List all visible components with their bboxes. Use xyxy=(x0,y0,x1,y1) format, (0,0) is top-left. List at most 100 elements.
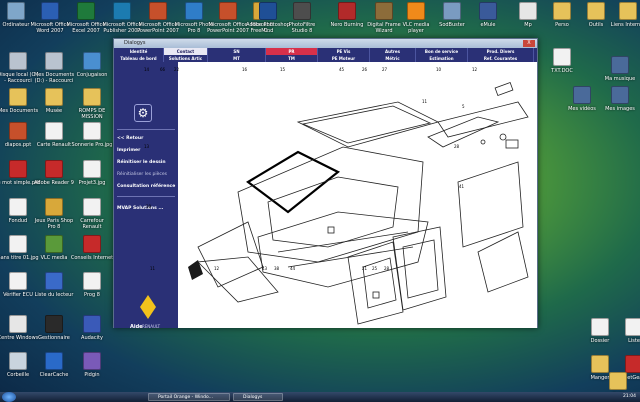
sidebar-divider xyxy=(117,129,175,130)
desktop-icon-image xyxy=(375,2,393,20)
sidebar-item-solutions[interactable]: MVAP Solutions ... xyxy=(117,206,163,211)
desktop-icon-image xyxy=(9,88,27,106)
desktop-icon[interactable]: Mes images xyxy=(598,86,640,112)
desktop-icon-image xyxy=(83,272,101,290)
menu-tab[interactable]: SN xyxy=(208,48,266,55)
diagram-callout: 26 xyxy=(362,67,368,72)
sidebar-item-retour[interactable]: << Retour xyxy=(117,136,143,141)
desktop-icon-image xyxy=(625,318,640,336)
desktop-icon-label: Mes images xyxy=(605,106,635,112)
diagram-callout: 12 xyxy=(472,67,478,72)
desktop-icon-image xyxy=(9,52,27,70)
desktop-icon[interactable]: Carrefour Renault xyxy=(70,198,114,230)
desktop-icon-image xyxy=(7,2,25,20)
menu-bar: Identité Contact SN PR PE Vis Autres Bon de se… xyxy=(114,48,537,62)
menu-tab[interactable]: Bon de service xyxy=(416,48,468,55)
desktop-icon-label: Carrefour Renault xyxy=(80,218,104,230)
desktop-icon-image xyxy=(45,352,63,370)
desktop-icon-label: Conjugaison xyxy=(76,72,108,78)
desktop-icon-image xyxy=(83,315,101,333)
menu-tab[interactable]: MT xyxy=(208,55,266,62)
taskbar: Portail Orange - Windo... Dialogys 21:04 xyxy=(0,392,640,402)
desktop-icon-image xyxy=(573,86,591,104)
gear-icon[interactable]: ⚙ xyxy=(134,104,152,122)
diagram-callout: 11 xyxy=(150,266,156,271)
close-icon[interactable]: X xyxy=(523,40,535,47)
diagram-callout: 38 xyxy=(274,266,280,271)
desktop-icon-image xyxy=(611,86,629,104)
desktop-icon-image xyxy=(591,355,609,373)
menu-tab[interactable]: PR xyxy=(266,48,318,55)
desktop-icon-image xyxy=(83,352,101,370)
desktop-icon[interactable]: Liens Internet xyxy=(606,2,640,28)
diagram-callout: 11 xyxy=(422,99,428,104)
diagram-callout: 43 xyxy=(262,266,268,271)
desktop-icon-image xyxy=(293,2,311,20)
diagram-callout: 15 xyxy=(280,67,286,72)
diagram-callout: 66 xyxy=(160,67,166,72)
desktop-icon-image xyxy=(113,2,131,20)
renault-logo-icon xyxy=(140,295,156,319)
desktop-icon-image xyxy=(45,198,63,216)
desktop-icon-image xyxy=(338,2,356,20)
diagram-callout: 13 xyxy=(144,144,150,149)
diagram-callout: 45 xyxy=(339,67,345,72)
menu-tab[interactable]: Tableau de bord xyxy=(114,55,164,62)
diagram-callout: 5 xyxy=(462,104,465,109)
desktop-icon-image xyxy=(185,2,203,20)
desktop-icon-image xyxy=(479,2,497,20)
taskbar-item-dialogys[interactable]: Dialogys xyxy=(233,393,283,401)
start-button[interactable] xyxy=(2,392,16,402)
desktop-icon[interactable]: Conjugaison xyxy=(70,52,114,78)
menu-tab[interactable]: Identité xyxy=(114,48,164,55)
desktop-icon[interactable]: Sonnerie Pro.jpg xyxy=(70,122,114,148)
exploded-body-diagram[interactable]: 14 66 22 16 15 45 26 27 10 12 11 5 28 41 28 25 21 44 38 43 1… xyxy=(144,62,537,328)
desktop-icon[interactable]: eMule xyxy=(466,2,510,28)
desktop-icon-image xyxy=(9,272,27,290)
desktop-icon-label: Conseils Internet xyxy=(70,255,114,261)
sidebar-item-reinit-pieces[interactable]: Réinitialiser les pièces xyxy=(117,172,167,177)
desktop-icon-label: PhotoFiltre Studio 8 xyxy=(288,22,316,34)
desktop-icon[interactable]: Ma musique xyxy=(598,56,640,82)
sidebar: ⚙ << Retour Imprimer Réinitiser le dessi… xyxy=(114,62,178,330)
desktop-icon[interactable]: Prog 8 xyxy=(70,272,114,298)
menu-tab[interactable]: PE Moteur xyxy=(318,55,370,62)
desktop-icon-image xyxy=(41,2,59,20)
sidebar-item-reinit-dessin[interactable]: Réinitiser le dessin xyxy=(117,160,166,165)
desktop-icon[interactable]: PhotoFiltre Studio 8 xyxy=(280,2,324,34)
desktop-icon[interactable]: Projet3.jpg xyxy=(70,160,114,186)
menu-tab[interactable]: Solutions Artic xyxy=(164,55,208,62)
desktop-icon[interactable]: Audacity xyxy=(70,315,114,341)
desktop-icon-image xyxy=(625,355,640,373)
desktop-icon[interactable]: Conseils Internet xyxy=(70,235,114,261)
menu-tab[interactable]: Autres xyxy=(370,48,416,55)
desktop-icon[interactable]: ROMPS DE MISSION xyxy=(70,88,114,120)
desktop-icon[interactable]: Pidgin xyxy=(70,352,114,378)
menu-tab[interactable]: PE Vis xyxy=(318,48,370,55)
menu-tab[interactable]: TM xyxy=(266,55,318,62)
menu-tab[interactable]: Contact xyxy=(164,48,208,55)
menu-tab[interactable]: Prod. Divers xyxy=(468,48,534,55)
desktop-icon-label: TXT.DOC xyxy=(551,68,573,74)
desktop-icon-image xyxy=(609,372,627,390)
taskbar-item-portail[interactable]: Portail Orange - Windo... xyxy=(148,393,230,401)
desktop-icon-image xyxy=(149,2,167,20)
desktop-icon-image xyxy=(83,160,101,178)
desktop-icon[interactable]: Liste xyxy=(612,318,640,344)
menu-tab[interactable]: Ref. Courantes xyxy=(468,55,534,62)
desktop-icon-image xyxy=(83,122,101,140)
desktop-icon-image xyxy=(45,235,63,253)
sidebar-item-imprimer[interactable]: Imprimer xyxy=(117,148,140,153)
menu-tab[interactable]: Métric xyxy=(370,55,416,62)
aide-button[interactable]: Aide xyxy=(130,324,143,330)
desktop-icon-image xyxy=(9,352,27,370)
desktop-icon[interactable]: TXT.DOC xyxy=(540,48,584,74)
desktop-icon-image xyxy=(443,2,461,20)
menu-tab[interactable]: Estimation xyxy=(416,55,468,62)
window-titlebar[interactable]: Dialogys X xyxy=(114,39,537,48)
desktop-icon-image xyxy=(9,198,27,216)
dialogys-window: Dialogys X Identité Contact SN PR PE Vis Autr… xyxy=(113,38,538,330)
desktop-icon-image xyxy=(9,315,27,333)
sidebar-item-consultation[interactable]: Consultation référence xyxy=(117,184,175,189)
clock: 21:04 xyxy=(623,394,636,399)
